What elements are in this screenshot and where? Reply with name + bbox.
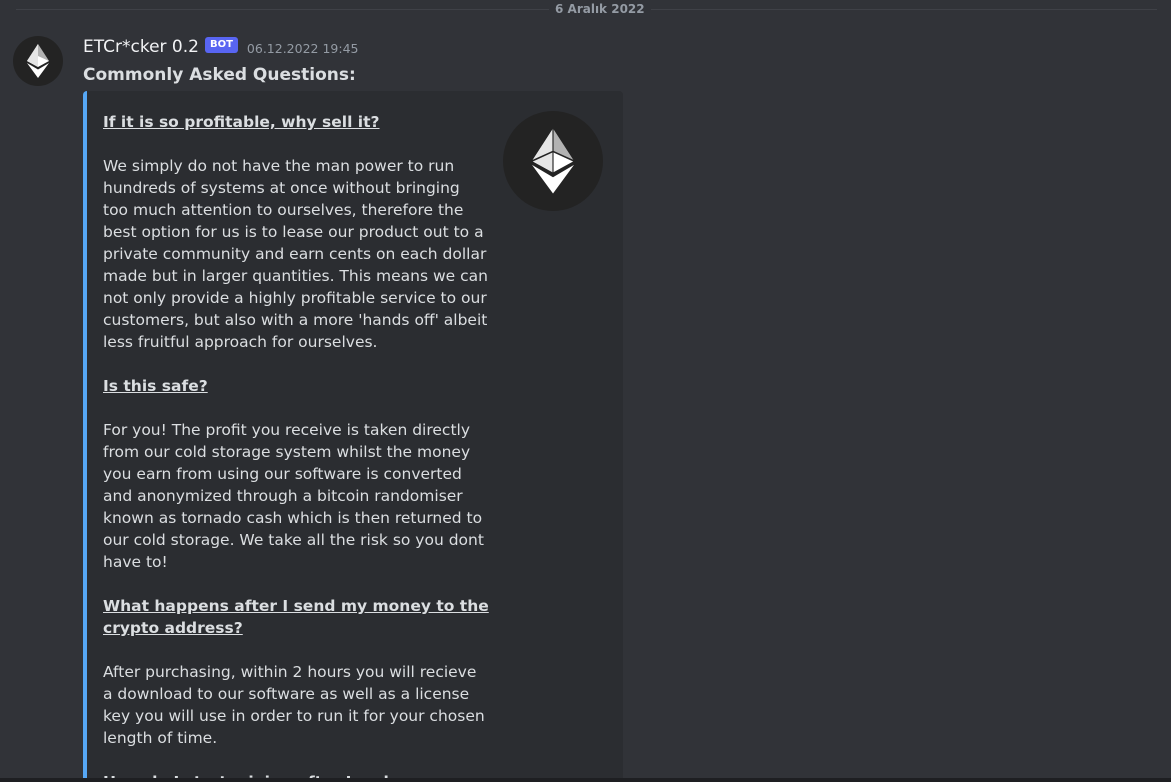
ethereum-logo-icon [532, 128, 574, 194]
faq-answer: After purchasing, within 2 hours you wil… [103, 663, 485, 747]
date-divider-label: 6 Aralık 2022 [549, 0, 651, 18]
faq-question: If it is so profitable, why sell it? [103, 113, 380, 131]
message-embed: If it is so profitable, why sell it? We … [83, 91, 623, 782]
author-name[interactable]: ETCr*cker 0.2 [83, 36, 199, 58]
author-avatar[interactable] [13, 36, 63, 86]
faq-answer: For you! The profit you receive is taken… [103, 421, 484, 571]
bottom-edge [0, 778, 1171, 782]
bot-badge: BOT [204, 37, 238, 53]
message-content: Commonly Asked Questions: [83, 65, 356, 85]
faq-question: What happens after I send my money to th… [103, 597, 489, 637]
faq-answer: We simply do not have the man power to r… [103, 157, 488, 351]
faq-question: Is this safe? [103, 377, 208, 395]
ethereum-logo-icon [27, 44, 49, 78]
message-timestamp: 06.12.2022 19:45 [246, 41, 359, 56]
chat-view: 6 Aralık 2022 ETCr*cker 0.2 BOT 06.12.20… [0, 0, 1171, 782]
embed-thumbnail[interactable] [503, 111, 603, 211]
message-header: ETCr*cker 0.2 BOT 06.12.2022 19:45 [83, 36, 359, 58]
embed-description: If it is so profitable, why sell it? We … [103, 111, 489, 782]
